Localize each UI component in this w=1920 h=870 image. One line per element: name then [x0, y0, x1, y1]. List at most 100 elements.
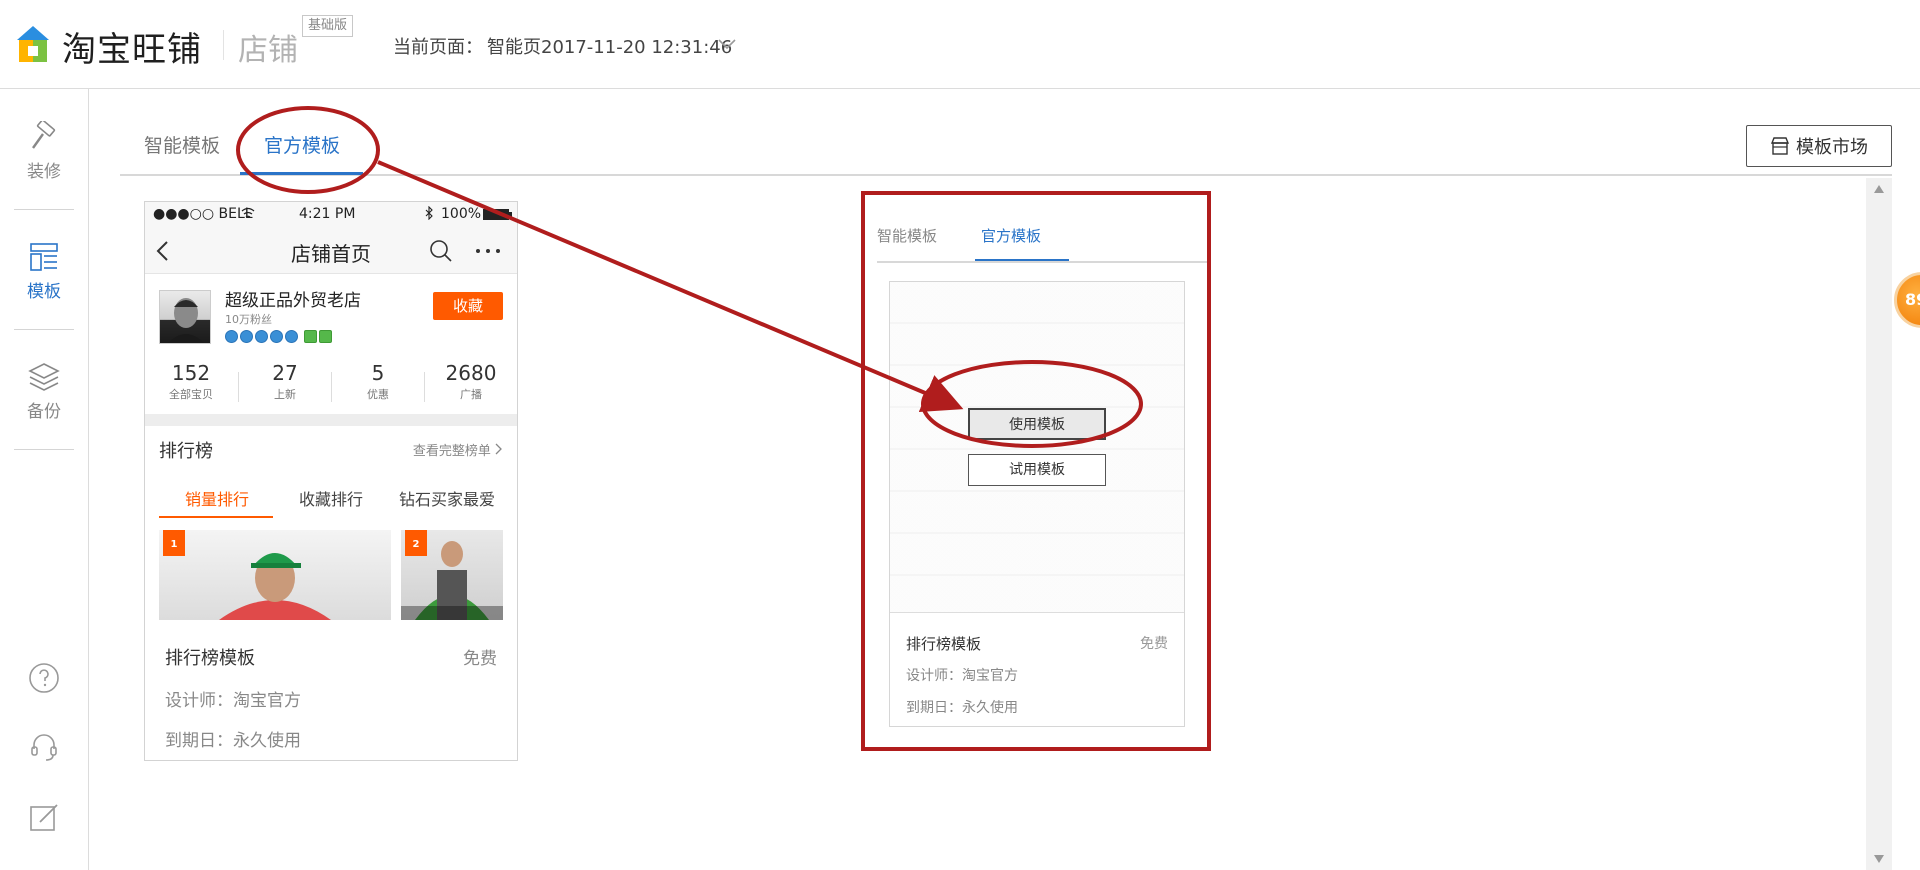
more-icon: [476, 249, 500, 253]
use-template-button[interactable]: 使用模板: [968, 408, 1106, 440]
template-price: 免费: [463, 649, 497, 669]
callout-template-designer: 设计师：淘宝官方: [906, 668, 1018, 684]
vertical-scrollbar[interactable]: [1866, 178, 1892, 870]
ranking-tab-sales: 销量排行: [185, 490, 250, 509]
template-card[interactable]: ●●●○○ BELL 4:21 PM 100% 店铺首页 超级正品外贸老店 10…: [144, 201, 518, 761]
diamond-badge-icon: [255, 330, 268, 343]
ranking-tabs: 销量排行 收藏排行 钻石买家最爱: [159, 482, 503, 518]
shop-stats: 152 全部宝贝 27 上新 5 优惠 2680 广播: [145, 362, 517, 412]
zoom-callout: 智能模板 官方模板 使用模板 试用模板 排行榜模板 免费 设计师：淘宝官方 到期…: [861, 191, 1211, 751]
search-icon: [430, 240, 452, 262]
ranking-tab-favorites: 收藏排行: [299, 490, 364, 509]
brand-name: 淘宝旺铺: [62, 30, 202, 70]
brand-subtitle: 店铺: [238, 33, 298, 68]
sidebar-item-label: 备份: [27, 402, 61, 422]
service-badge-icon: [319, 330, 332, 343]
sidebar-item-decorate[interactable]: 装修: [0, 121, 88, 201]
bluetooth-icon: [425, 206, 433, 220]
stat-value: 5: [371, 361, 385, 385]
stat-value: 2680: [445, 361, 497, 385]
stat-label: 优惠: [367, 388, 389, 401]
diamond-badge-icon: [225, 330, 238, 343]
stat-discount: 5 优惠: [332, 362, 424, 402]
diamond-badge-icon: [270, 330, 283, 343]
callout-tabs: 智能模板 官方模板: [877, 195, 1207, 263]
floating-notification-badge[interactable]: 89: [1894, 272, 1920, 328]
sidebar-item-template[interactable]: 模板: [0, 241, 88, 321]
ranking-title: 排行榜: [159, 441, 213, 462]
shop-info: 超级正品外贸老店 10万粉丝 收藏: [145, 274, 517, 354]
product-image: 1: [159, 530, 391, 620]
callout-template-name: 排行榜模板: [906, 635, 982, 653]
status-time: 4:21 PM: [299, 206, 356, 222]
phone-nav-title: 店铺首页: [291, 242, 371, 266]
current-page-selector[interactable]: 智能页2017-11-20 12:31:46: [487, 33, 732, 59]
stat-new: 27 上新: [239, 362, 331, 402]
stat-label: 广播: [460, 388, 482, 401]
product-image: 2: [401, 530, 503, 620]
ranking-tab-diamond: 钻石买家最爱: [399, 490, 496, 509]
scroll-up-icon[interactable]: [1873, 184, 1885, 194]
callout-tab-indicator: [975, 259, 1069, 261]
sidebar-divider: [14, 209, 74, 210]
hammer-icon: [32, 121, 56, 149]
status-battery: 100%: [441, 206, 482, 222]
status-carrier: ●●●○○ BELL: [153, 206, 253, 222]
edition-badge: 基础版: [302, 15, 354, 37]
template-card-meta: 排行榜模板 免费 设计师：淘宝官方 到期日：永久使用: [145, 620, 517, 760]
help-icon[interactable]: [28, 662, 60, 694]
callout-card-meta: 排行榜模板 免费 设计师：淘宝官方 到期日：永久使用: [890, 612, 1184, 726]
chevron-right-icon: [495, 443, 502, 455]
scroll-down-icon[interactable]: [1873, 854, 1885, 864]
template-tabs: 智能模板 官方模板 模板市场: [120, 89, 1892, 176]
ranking-more-link: 查看完整榜单: [413, 440, 503, 459]
stat-value: 152: [171, 361, 211, 385]
shop-avatar: [159, 290, 211, 344]
callout-tab-official: 官方模板: [981, 227, 1042, 245]
callout-template-card: 使用模板 试用模板 排行榜模板 免费 设计师：淘宝官方 到期日：永久使用: [889, 281, 1185, 727]
left-sidebar: 装修 模板 备份: [0, 89, 89, 870]
sidebar-divider: [14, 449, 74, 450]
headset-icon[interactable]: [28, 731, 60, 763]
template-market-label: 模板市场: [1796, 137, 1868, 158]
stat-all-items: 152 全部宝贝: [145, 362, 237, 402]
sidebar-item-label: 装修: [27, 162, 61, 182]
callout-preview-faded: [890, 282, 1184, 612]
rank-tag: 1: [163, 530, 185, 556]
brand-divider: [223, 30, 224, 60]
edit-icon[interactable]: [28, 801, 60, 833]
top-header: 淘宝旺铺 店铺 基础版 当前页面： 智能页2017-11-20 12:31:46: [0, 0, 1920, 89]
template-name: 排行榜模板: [165, 648, 255, 669]
product-photo-icon: [219, 553, 331, 620]
callout-tab-smart: 智能模板: [877, 227, 938, 245]
sidebar-item-backup[interactable]: 备份: [0, 361, 88, 441]
stat-label: 全部宝贝: [169, 388, 213, 401]
rank-tag: 2: [405, 530, 427, 556]
template-expiry: 到期日：永久使用: [165, 731, 301, 751]
battery-icon: [483, 209, 512, 220]
current-page-label: 当前页面：: [393, 37, 483, 58]
shop-logo-icon: [17, 26, 49, 62]
shop-name: 超级正品外贸老店: [225, 291, 361, 311]
wifi-icon: [241, 207, 255, 218]
sidebar-divider: [14, 329, 74, 330]
sidebar-item-label: 模板: [27, 282, 61, 302]
stat-label: 上新: [274, 388, 296, 401]
diamond-badge-icon: [240, 330, 253, 343]
try-template-button[interactable]: 试用模板: [968, 454, 1106, 486]
chevron-down-icon[interactable]: [716, 34, 738, 54]
tab-official-template[interactable]: 官方模板: [264, 131, 340, 158]
tab-smart-template[interactable]: 智能模板: [144, 131, 220, 158]
template-designer: 设计师：淘宝官方: [165, 691, 301, 711]
phone-status-bar: ●●●○○ BELL 4:21 PM 100%: [145, 202, 517, 226]
ranking-more-label: 查看完整榜单: [412, 444, 491, 459]
section-divider: [145, 414, 517, 426]
diamond-badge-icon: [285, 330, 298, 343]
ranking-tab-indicator: [159, 516, 273, 518]
active-tab-indicator: [240, 172, 363, 175]
stat-value: 27: [272, 361, 298, 385]
store-icon: [1770, 137, 1790, 155]
layers-icon: [28, 363, 60, 391]
template-market-button[interactable]: 模板市场: [1746, 125, 1892, 167]
avatar-portrait-icon: [168, 298, 204, 343]
